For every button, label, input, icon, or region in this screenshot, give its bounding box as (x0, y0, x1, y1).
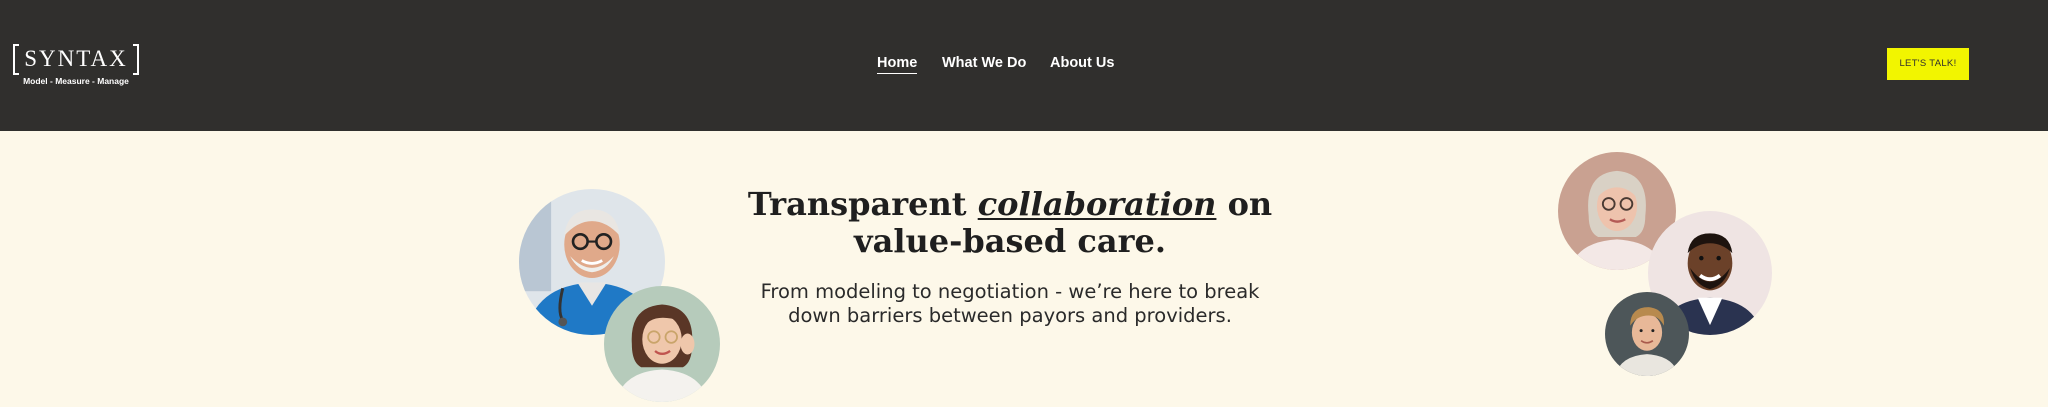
syntax-logo[interactable]: SYNTAX Model - Measure - Manage (13, 44, 139, 88)
hero-title-emphasis: collaboration (977, 185, 1217, 223)
lets-talk-button[interactable]: LET'S TALK! (1887, 48, 1969, 80)
nav-link-what-we-do[interactable]: What We Do (942, 54, 1026, 72)
logo-wordmark: SYNTAX (24, 46, 128, 71)
hero-title: Transparent collaboration on value-based… (690, 186, 1330, 260)
nav-link-about-us[interactable]: About Us (1050, 54, 1114, 72)
logo-tagline: Model - Measure - Manage (23, 76, 129, 86)
nav-link-home[interactable]: Home (877, 54, 918, 74)
top-navigation-bar: SYNTAX Model - Measure - Manage Home Wha… (0, 0, 2048, 131)
logo-right-bracket (133, 44, 139, 75)
hero-title-lead: Transparent (747, 185, 978, 223)
hero-subtitle: From modeling to negotiation - we’re her… (760, 280, 1260, 327)
woman-glasses-photo (604, 286, 720, 402)
young-man-photo (1605, 292, 1689, 376)
